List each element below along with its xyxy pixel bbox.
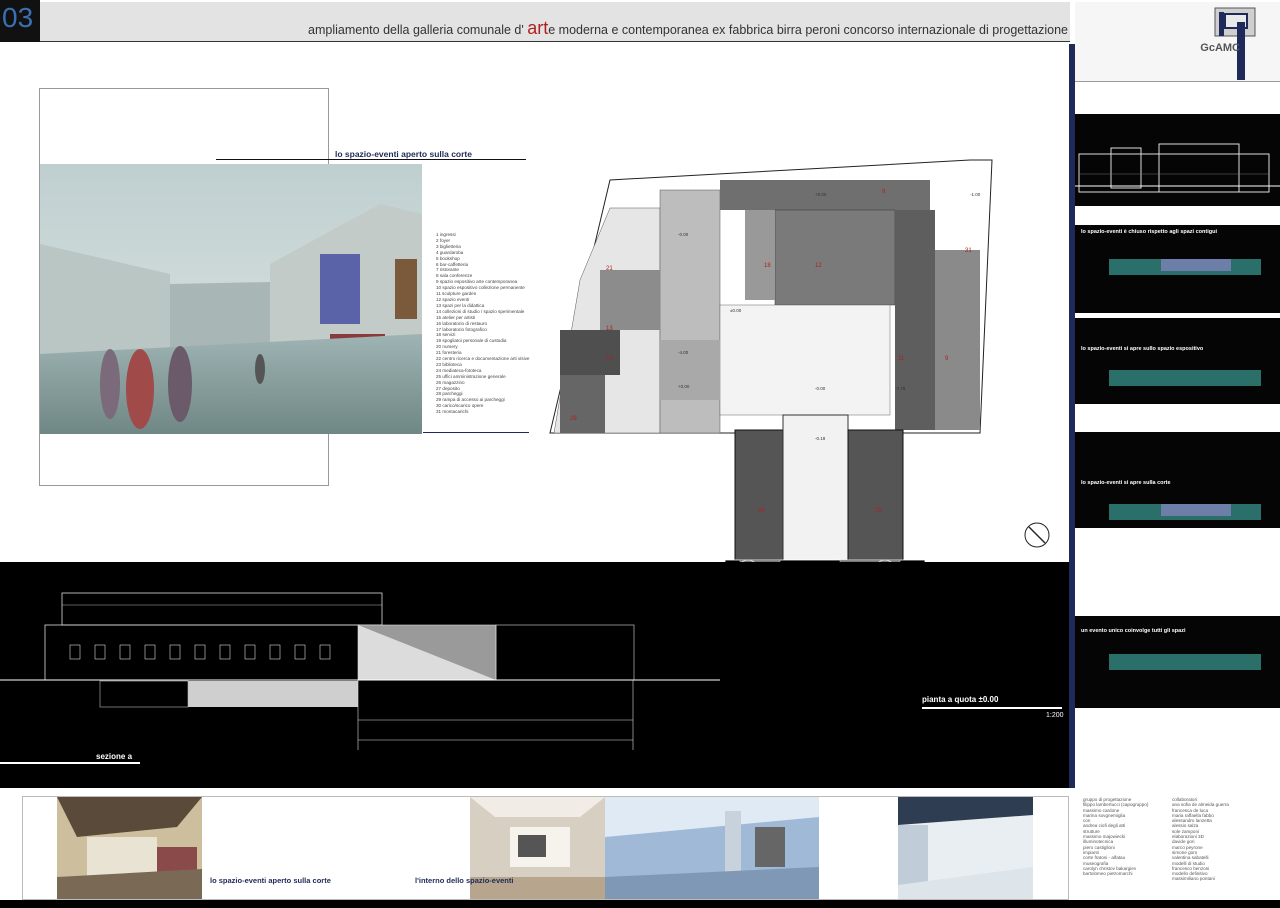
plan-label: pianta a quota ±0.00 [922, 695, 999, 704]
gcamc-logo-icon [1214, 7, 1256, 80]
plan-room-label: 18 [764, 263, 771, 269]
plan-level: -0.78 [895, 386, 906, 391]
scenario-3-caption: lo spazio-eventi si apre sulla corte [1081, 480, 1171, 486]
plan-room-label: 11 [898, 356, 905, 362]
plan-level: -0.00 [815, 386, 826, 391]
scenario-1: lo spazio-eventi è chiuso rispetto agli … [1075, 225, 1280, 313]
logo-area: GcAMC [1075, 2, 1280, 82]
plan-room-label: 26 [570, 416, 577, 422]
scenario-4: un evento unico coinvolge tutti gli spaz… [1075, 616, 1280, 708]
plan-level: +0.00 [678, 384, 690, 389]
legend-rule [423, 432, 529, 433]
scenario-2-thumb [1109, 370, 1261, 386]
title-band: ampliamento della galleria comunale d' a… [40, 2, 1070, 42]
scale-label: 1:200 [1046, 712, 1064, 719]
room-legend: 1 ingressi 2 foyer 3 biglietteria 4 guardar… [436, 232, 532, 415]
plan-rule [922, 707, 1062, 709]
plan-room-label: 19 [606, 356, 613, 362]
title-art: art [527, 18, 549, 38]
scenario-3-thumb [1109, 504, 1261, 520]
legend-item: 14 collezioni di studio / spazio sperime… [436, 308, 525, 314]
plan-level: +0.00 [815, 192, 827, 197]
bottom-caption-1: lo spazio-eventi aperto sulla corte [210, 876, 331, 885]
event-caption-top: lo spazio-eventi aperto sulla corte [335, 149, 472, 159]
plan-level: -0.00 [678, 232, 689, 237]
section-rule [0, 762, 140, 764]
plan-room-label: 24 [758, 508, 765, 514]
plan-level: ±0.00 [730, 308, 742, 313]
plan-room-label: 31 [965, 248, 972, 254]
plan-room-label: 13 [606, 326, 613, 332]
plan-room-label: 25 [875, 508, 882, 514]
credits-column-2: collaboratori ana sofia de almeida guerra… [1172, 797, 1267, 882]
title-part-2: e moderna e contemporanea ex fabbrica bi… [548, 23, 1068, 37]
scenario-4-thumb [1109, 654, 1261, 670]
section-a-drawing [0, 592, 720, 750]
render-blue-hall-image [605, 797, 819, 899]
scenario-1-thumb [1109, 259, 1261, 275]
right-panel: lo spazio-eventi è chiuso rispetto agli … [1075, 82, 1280, 908]
plan-level: -0.18 [815, 436, 826, 441]
bottom-caption-2: l'interno dello spazio-eventi [415, 876, 514, 885]
credit-line: massimiliano pontani [1172, 876, 1215, 882]
section-label: sezione a [96, 752, 133, 761]
board-number: 03 [0, 0, 40, 42]
north-arrow-icon [1024, 522, 1050, 548]
credit-line: bartolomeo pietromarchi [1083, 871, 1133, 877]
board-title: ampliamento della galleria comunale d' a… [308, 18, 1068, 39]
scenario-1-caption: lo spazio-eventi è chiuso rispetto agli … [1081, 229, 1217, 235]
caption-rule [216, 159, 526, 160]
title-part-1: ampliamento della galleria comunale d' [308, 23, 528, 37]
scenario-4-caption: un evento unico coinvolge tutti gli spaz… [1081, 628, 1186, 634]
scenario-3: lo spazio-eventi si apre sulla corte [1075, 432, 1280, 528]
scenario-2-caption: lo spazio-eventi si apre sullo spazio es… [1081, 346, 1204, 352]
elevation-diagram [1075, 114, 1280, 206]
credits-column-1: gruppo di progettazione filippo lambertuc… [1083, 797, 1178, 876]
legend-item: 31 montacarichi [436, 409, 469, 415]
plan-level: -1.00 [970, 192, 981, 197]
render-corte-image [57, 797, 202, 899]
render-white-hall-image [898, 797, 1033, 899]
courtyard-render-image [40, 164, 422, 434]
plan-room-label: 21 [606, 266, 613, 272]
plan-room-label: 12 [815, 263, 822, 269]
plan-level: -4.00 [678, 350, 689, 355]
scenario-2: lo spazio-eventi si apre sullo spazio es… [1075, 318, 1280, 404]
bottom-black-bar [0, 900, 1280, 908]
logo-text: GcAMC [1200, 42, 1240, 54]
